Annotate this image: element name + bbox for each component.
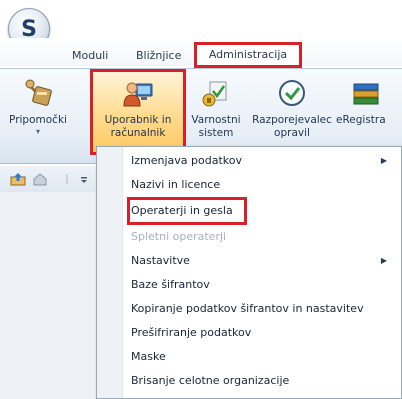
menu-item-presifriranje-podatkov[interactable]: Prešifriranje podatkov — [131, 323, 251, 343]
submenu-arrow-icon: ▶ — [380, 156, 387, 165]
varnostni-sistem-button[interactable]: Varnostni sistem — [186, 74, 246, 140]
razporejevalec-opravil-button[interactable]: Razporejevalec opravil — [252, 74, 332, 140]
menu-item-maske[interactable]: Maske — [131, 347, 166, 367]
home-icon[interactable] — [32, 172, 48, 186]
eregistra-label: eRegistra — [336, 114, 386, 126]
uporabnik-dropdown-menu: Izmenjava podatkov ▶ Nazivi in licence O… — [96, 146, 402, 399]
menu-item-nazivi-in-licence[interactable]: Nazivi in licence — [131, 175, 220, 195]
varnostni-label-line1: Varnostni — [191, 114, 241, 126]
razporejevalec-label-line1: Razporejevalec — [252, 114, 332, 126]
toolbar-separator-icon — [66, 174, 68, 184]
uporabnik-label-line2: računalnik — [110, 127, 166, 139]
menu-item-baze-sifrantov[interactable]: Baze šifrantov — [131, 275, 210, 295]
eregistra-button[interactable]: eRegistra — [336, 74, 402, 127]
security-system-icon — [202, 81, 227, 107]
tab-bliznjice[interactable]: Bližnjice — [136, 48, 181, 64]
menu-item-izmenjava-podatkov[interactable]: Izmenjava podatkov — [131, 151, 242, 171]
user-computer-icon — [123, 82, 153, 107]
customize-dropdown-icon[interactable] — [80, 176, 88, 184]
menu-item-brisanje-organizacije[interactable]: Brisanje celotne organizacije — [131, 371, 289, 391]
scheduler-clock-icon — [279, 80, 305, 106]
left-pane — [0, 192, 98, 399]
menu-item-spletni-operaterji: Spletni operaterji — [131, 230, 227, 243]
upload-folder-icon[interactable] — [10, 172, 26, 186]
menu-item-nastavitve[interactable]: Nastavitve — [131, 251, 190, 271]
uporabnik-in-racunalnik-button[interactable]: Uporabnik in računalnik — [90, 69, 186, 155]
menu-icon-gutter — [97, 147, 123, 398]
pripomocki-arrow: ▾ — [35, 127, 40, 136]
razporejevalec-label-line2: opravil — [274, 127, 310, 139]
tab-administracija[interactable]: Administracija — [194, 42, 302, 68]
submenu-arrow-icon: ▶ — [380, 256, 387, 265]
pripomocki-label: Pripomočki — [9, 114, 67, 126]
eregistra-books-icon — [353, 83, 379, 105]
menu-item-operaterji-in-gesla[interactable]: Operaterji in gesla — [131, 201, 233, 221]
menu-item-kopiranje-podatkov[interactable]: Kopiranje podatkov šifrantov in nastavit… — [131, 299, 364, 319]
tab-moduli[interactable]: Moduli — [72, 48, 108, 64]
uporabnik-label-line1: Uporabnik in — [104, 114, 172, 126]
tools-icon — [25, 79, 52, 106]
pripomocki-button[interactable]: Pripomočki ▾ — [4, 74, 72, 137]
varnostni-label-line2: sistem — [198, 127, 234, 139]
